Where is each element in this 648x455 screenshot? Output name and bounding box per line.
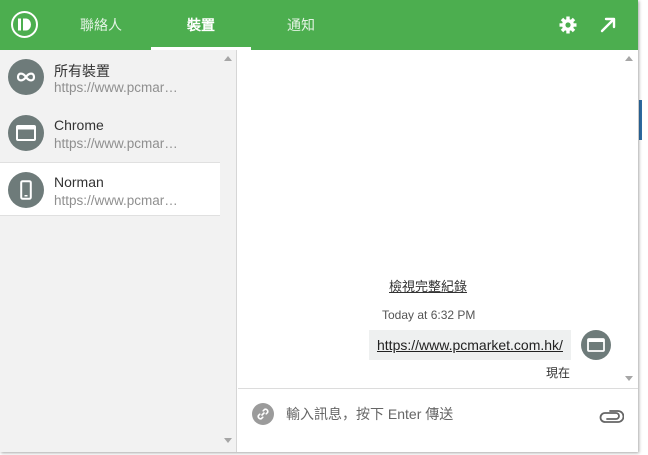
browser-window-icon xyxy=(581,330,611,360)
scroll-down-arrow-icon[interactable] xyxy=(625,376,633,381)
view-full-history-link[interactable]: 檢視完整紀錄 xyxy=(389,276,467,295)
chat-thread: 檢視完整紀錄 Today at 6:32 PM https://www.pcma… xyxy=(238,50,638,388)
gear-icon[interactable] xyxy=(558,15,578,35)
link-icon[interactable] xyxy=(252,403,274,425)
pushbullet-logo-icon xyxy=(11,11,38,38)
browser-window-icon xyxy=(8,115,44,151)
scroll-up-arrow-icon[interactable] xyxy=(224,56,232,61)
scroll-down-arrow-icon[interactable] xyxy=(224,438,232,443)
infinity-icon xyxy=(8,59,44,95)
paperclip-icon[interactable] xyxy=(598,407,625,425)
device-item-chrome[interactable]: Chrome https://www.pcmar… xyxy=(0,106,220,160)
message-input[interactable] xyxy=(286,401,586,427)
tab-notifications[interactable]: 通知 xyxy=(251,0,351,50)
device-name: Norman xyxy=(54,174,104,190)
popout-arrow-icon[interactable] xyxy=(598,15,618,35)
tab-contacts[interactable]: 聯絡人 xyxy=(51,0,151,50)
device-item-all[interactable]: 所有裝置 https://www.pcmar… xyxy=(0,50,220,104)
device-item-norman[interactable]: Norman https://www.pcmar… xyxy=(0,162,220,216)
message-status: 現在 xyxy=(546,366,571,380)
message-timestamp: Today at 6:32 PM xyxy=(382,308,476,322)
phone-icon xyxy=(8,172,44,208)
scroll-up-arrow-icon[interactable] xyxy=(625,56,633,61)
device-last-url: https://www.pcmar… xyxy=(54,136,178,151)
device-last-url: https://www.pcmar… xyxy=(54,80,178,95)
pushbullet-popup: 聯絡人 裝置 通知 所有裝置 https://www.pcmar… Chrome… xyxy=(0,0,638,452)
device-last-url: https://www.pcmar… xyxy=(54,193,178,208)
sidebar-scrollbar[interactable] xyxy=(221,50,236,452)
background-window-edge xyxy=(639,100,642,140)
device-name: 所有裝置 xyxy=(54,63,110,79)
top-bar: 聯絡人 裝置 通知 xyxy=(0,0,638,50)
tab-devices[interactable]: 裝置 xyxy=(151,0,251,50)
device-name: Chrome xyxy=(54,117,104,133)
device-sidebar: 所有裝置 https://www.pcmar… Chrome https://w… xyxy=(0,50,237,452)
message-composer xyxy=(238,388,638,452)
chat-scrollbar[interactable] xyxy=(622,50,637,388)
message-link-bubble[interactable]: https://www.pcmarket.com.hk/ xyxy=(369,330,571,360)
